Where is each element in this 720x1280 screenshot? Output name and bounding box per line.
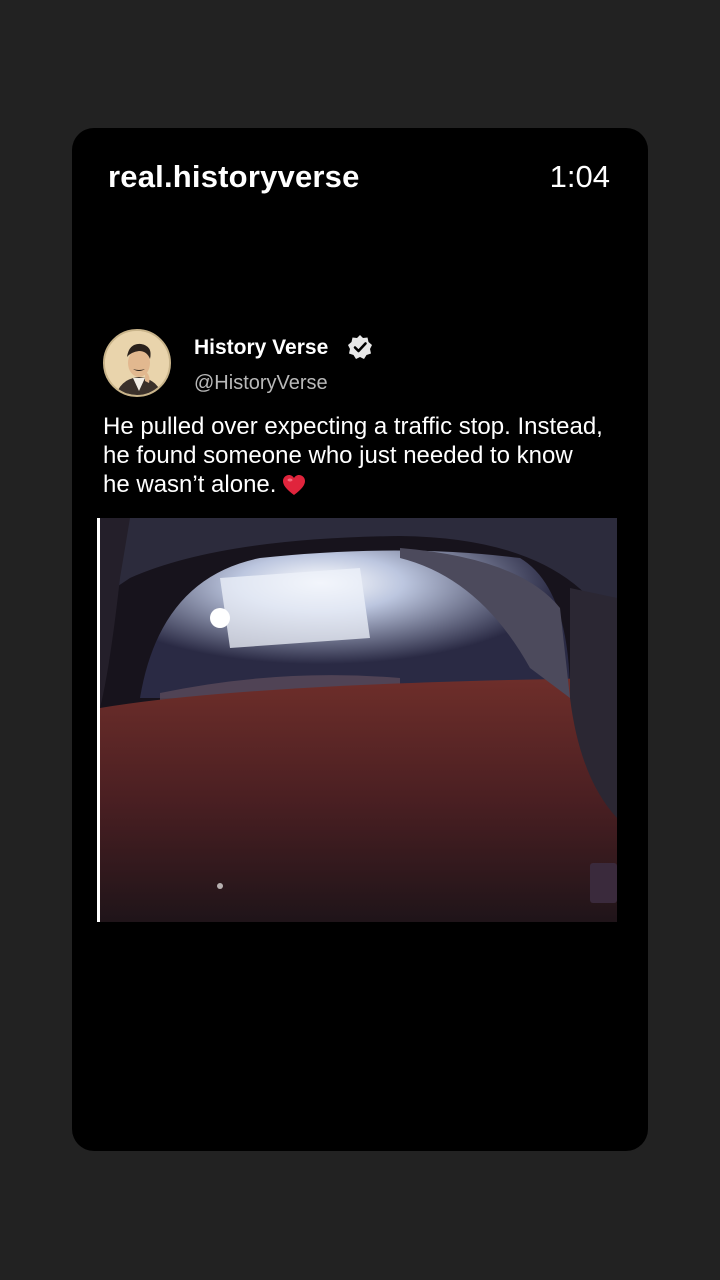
author-handle[interactable]: @HistoryVerse xyxy=(194,372,328,395)
post-text: He pulled over expecting a traffic stop.… xyxy=(103,412,603,499)
video-frame xyxy=(100,518,617,922)
avatar[interactable] xyxy=(103,329,171,397)
portrait-illustration xyxy=(105,331,169,395)
video-player[interactable] xyxy=(97,518,617,922)
timestamp: 1:04 xyxy=(549,159,610,194)
verified-badge-icon xyxy=(348,335,372,359)
post-text-body: He pulled over expecting a traffic stop.… xyxy=(103,413,603,498)
heart-icon xyxy=(283,475,306,495)
author-name[interactable]: History Verse xyxy=(194,336,328,360)
story-card: real.historyverse 1:04 History Verse @Hi… xyxy=(72,128,648,1151)
account-name[interactable]: real.historyverse xyxy=(108,159,360,195)
